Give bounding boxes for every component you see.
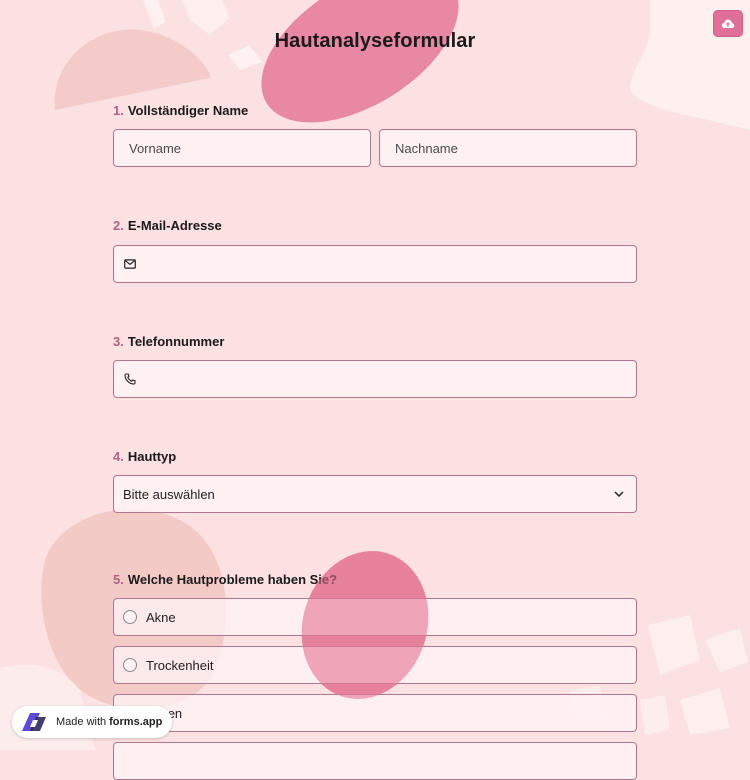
question-4-label: 4. Hauttyp xyxy=(113,449,176,464)
phone-icon xyxy=(124,373,136,385)
question-1-label: 1. Vollständiger Name xyxy=(113,103,248,118)
question-text: Vollständiger Name xyxy=(127,103,249,118)
question-text: Welche Hautprobleme haben Sie? xyxy=(127,572,338,587)
question-number: 4. xyxy=(113,449,124,464)
option-dryness[interactable]: Trockenheit xyxy=(113,646,637,684)
first-name-placeholder: Vorname xyxy=(129,140,182,156)
question-number: 5. xyxy=(113,572,124,587)
phone-field[interactable] xyxy=(113,360,637,398)
email-field[interactable] xyxy=(113,245,637,283)
question-text: Telefonnummer xyxy=(127,334,225,349)
question-number: 2. xyxy=(113,218,124,233)
chevron-down-icon xyxy=(614,491,624,497)
last-name-placeholder: Nachname xyxy=(395,140,458,156)
question-number: 1. xyxy=(113,103,124,118)
skin-type-select[interactable]: Bitte auswählen xyxy=(113,475,637,513)
upload-button[interactable] xyxy=(713,10,743,37)
badge-brand: forms.app xyxy=(109,716,163,728)
cloud-upload-icon xyxy=(721,19,735,28)
skin-type-selected: Bitte auswählen xyxy=(123,486,215,502)
made-with-badge[interactable]: Made with forms.app xyxy=(12,706,173,738)
last-name-input[interactable]: Nachname xyxy=(379,129,637,167)
question-3-label: 3. Telefonnummer xyxy=(113,334,224,349)
question-number: 3. xyxy=(113,334,124,349)
option-label: Akne xyxy=(146,609,176,625)
forms-app-logo-icon xyxy=(20,711,48,733)
question-text: E-Mail-Adresse xyxy=(127,218,222,233)
question-2-label: 2. E-Mail-Adresse xyxy=(113,218,222,233)
question-text: Hauttyp xyxy=(127,449,177,464)
option-4[interactable] xyxy=(113,742,637,780)
option-acne[interactable]: Akne xyxy=(113,598,637,636)
badge-prefix: Made with xyxy=(56,716,107,728)
question-5-label: 5. Welche Hautprobleme haben Sie? xyxy=(113,572,337,587)
option-3[interactable]: ungen xyxy=(113,694,637,732)
radio-button[interactable] xyxy=(123,610,137,624)
first-name-input[interactable]: Vorname xyxy=(113,129,371,167)
envelope-icon xyxy=(124,259,136,269)
page-title: Hautanalyseformular xyxy=(274,30,476,52)
option-label: Trockenheit xyxy=(146,657,214,673)
radio-button[interactable] xyxy=(123,658,137,672)
